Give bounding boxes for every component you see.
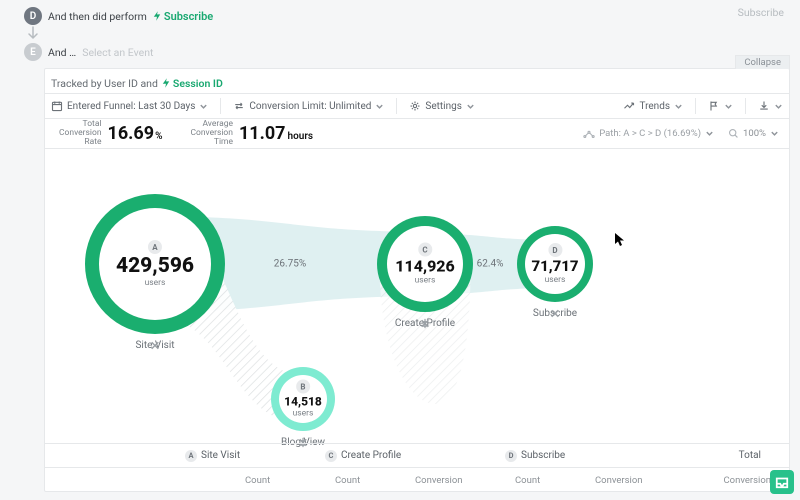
- th-conversion: Conversion: [723, 475, 771, 486]
- bolt-icon: [162, 78, 170, 88]
- divider: [396, 98, 397, 114]
- edge-pct-a-c: 26.75%: [274, 259, 306, 270]
- th-conversion: Conversion: [415, 475, 463, 486]
- subscribe-ghost-label: Subscribe: [738, 6, 784, 19]
- path-icon: [583, 129, 595, 139]
- table-header-row: A Site Visit C Create Profile D Subscribe T…: [45, 444, 789, 468]
- edge-pct-c-d: 62.4%: [477, 259, 504, 270]
- zoom-label: 100%: [743, 128, 766, 139]
- date-range-button[interactable]: Entered Funnel: Last 30 Days: [51, 100, 208, 112]
- close-icon[interactable]: [135, 340, 174, 351]
- step-letter-e: E: [24, 43, 42, 61]
- settings-label: Settings: [425, 101, 462, 112]
- search-icon: [728, 128, 739, 139]
- divider: [695, 98, 696, 114]
- metric-label: Average Conversion Time: [190, 120, 233, 147]
- path-label: Path: A > C > D (16.69%): [599, 128, 701, 139]
- step-letter-d: D: [24, 7, 42, 25]
- chevron-down-icon: [770, 129, 779, 138]
- trends-button[interactable]: Trends: [623, 100, 683, 112]
- conversion-limit-button[interactable]: Conversion Limit: Unlimited: [233, 100, 384, 112]
- gear-icon: [409, 100, 421, 112]
- funnel-step-e: E And … Select an Event: [18, 42, 790, 62]
- th-label: Subscribe: [521, 450, 565, 461]
- chevron-down-icon: [774, 102, 783, 111]
- zoom-selector[interactable]: 100%: [728, 128, 779, 139]
- settings-button[interactable]: Settings: [409, 100, 475, 112]
- th-count: Count: [335, 475, 360, 486]
- chevron-down-icon: [674, 102, 683, 111]
- inbox-icon: [775, 475, 789, 489]
- close-icon[interactable]: [395, 318, 455, 329]
- step-connector-icon: [24, 26, 42, 42]
- th-count: Count: [245, 475, 270, 486]
- metric-unit: %: [155, 131, 162, 142]
- funnel-chart[interactable]: A429,596usersSite Visit B14,518usersBlog…: [45, 149, 789, 443]
- feedback-fab[interactable]: [770, 470, 794, 494]
- flag-icon: [708, 100, 720, 112]
- avg-conversion-time: Average Conversion Time 11.07hours: [190, 120, 313, 147]
- metric-value: 11.07: [239, 123, 286, 144]
- path-selector[interactable]: Path: A > C > D (16.69%): [583, 128, 714, 139]
- download-button[interactable]: [758, 100, 783, 112]
- trends-icon: [623, 100, 635, 112]
- th-site-visit: A Site Visit: [185, 450, 240, 462]
- th-label: Site Visit: [201, 450, 240, 461]
- step-d-text: And then did perform: [48, 10, 147, 23]
- chevron-down-icon: [375, 102, 384, 111]
- total-conversion-rate: Total Conversion Rate 16.69%: [59, 120, 162, 147]
- step-d-event-link[interactable]: Subscribe: [153, 10, 213, 23]
- funnel-panel: Collapse Tracked by User ID and Session …: [44, 68, 790, 492]
- toolbar: Entered Funnel: Last 30 Days Conversion …: [45, 93, 789, 119]
- tracked-session-label: Session ID: [173, 77, 223, 90]
- th-bullet: C: [325, 450, 337, 462]
- collapse-button[interactable]: Collapse: [735, 55, 790, 69]
- divider: [745, 98, 746, 114]
- date-range-label: Entered Funnel: Last 30 Days: [67, 101, 195, 112]
- step-e-text: And …: [48, 46, 76, 59]
- download-icon: [758, 100, 770, 112]
- bolt-icon: [153, 11, 161, 21]
- close-icon[interactable]: [533, 308, 577, 319]
- results-table: A Site Visit C Create Profile D Subscribe T…: [45, 443, 789, 491]
- chevron-down-icon: [705, 129, 714, 138]
- cursor-icon: [614, 232, 626, 248]
- metrics-bar: Total Conversion Rate 16.69% Average Con…: [45, 119, 789, 149]
- metric-label: Total Conversion Rate: [59, 120, 102, 147]
- th-conversion: Conversion: [595, 475, 643, 486]
- tracked-prefix: Tracked by User ID and: [51, 77, 158, 90]
- flag-button[interactable]: [708, 100, 733, 112]
- th-bullet: D: [505, 450, 517, 462]
- tracked-session-link[interactable]: Session ID: [162, 77, 223, 90]
- th-label: Create Profile: [341, 450, 401, 461]
- step-d-event-label: Subscribe: [164, 10, 213, 23]
- divider: [220, 98, 221, 114]
- chevron-down-icon: [466, 102, 475, 111]
- select-event-placeholder[interactable]: Select an Event: [82, 46, 153, 59]
- calendar-icon: [51, 100, 63, 112]
- table-subheader-row: Count Count Conversion Count Conversion …: [45, 468, 789, 492]
- th-create-profile: C Create Profile: [325, 450, 401, 462]
- swap-icon: [233, 100, 245, 112]
- chevron-down-icon: [199, 102, 208, 111]
- th-subscribe: D Subscribe: [505, 450, 565, 462]
- th-total: Total: [739, 450, 761, 461]
- trends-label: Trends: [639, 101, 670, 112]
- metric-unit: hours: [288, 131, 314, 142]
- funnel-step-d: D And then did perform Subscribe: [18, 6, 790, 26]
- tracked-by: Tracked by User ID and Session ID: [51, 73, 223, 93]
- th-count: Count: [515, 475, 540, 486]
- node-label-a[interactable]: Site Visit: [135, 340, 174, 351]
- node-label-c[interactable]: Create Profile: [395, 318, 455, 329]
- metric-value: 16.69: [108, 123, 155, 144]
- conversion-limit-label: Conversion Limit: Unlimited: [249, 101, 371, 112]
- chevron-down-icon: [724, 102, 733, 111]
- node-label-d[interactable]: Subscribe: [533, 308, 577, 319]
- th-bullet: A: [185, 450, 197, 462]
